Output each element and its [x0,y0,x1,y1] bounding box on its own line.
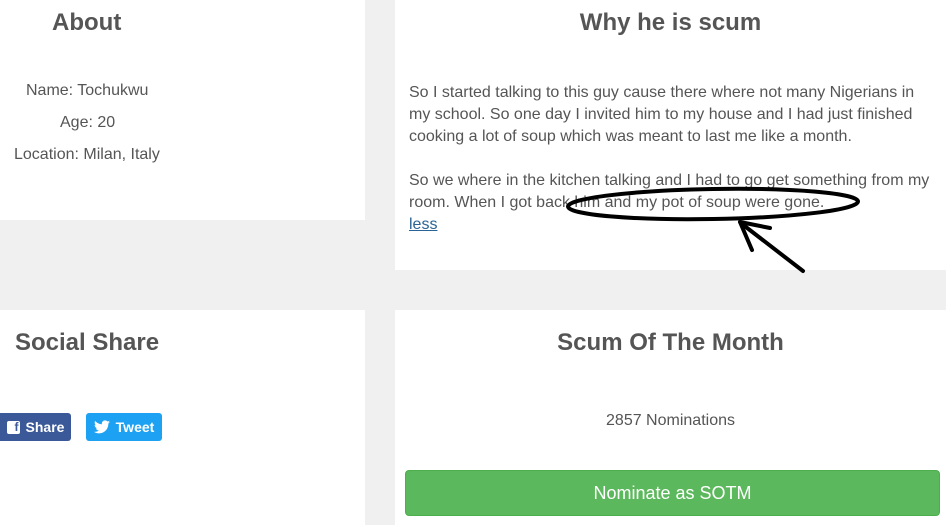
location-text: Location: Milan, Italy [14,146,160,163]
scum-of-the-month-card: Scum Of The Month 2857 Nominations Nomin… [395,310,946,525]
sotm-title: Scum Of The Month [557,329,784,356]
less-link[interactable]: less [409,216,437,233]
age-text: Age: 20 [60,114,116,131]
twitter-bird-icon [93,420,110,434]
why-title: Why he is scum [579,9,762,36]
nominations-count: 2857 Nominations [606,412,735,429]
about-title: About [52,9,122,36]
share-label: Share [25,419,65,435]
story-paragraph-2: So we where in the kitchen talking and I… [409,172,930,211]
why-card: Why he is scum So I started talking to t… [395,0,946,270]
story-text: So I started talking to this guy cause t… [409,82,939,236]
tweet-button[interactable]: Tweet [86,413,162,441]
about-card: About Name: Tochukwu Age: 20 Location: M… [0,0,365,220]
name-text: Name: Tochukwu [26,82,149,99]
social-share-card: Social Share f Share Tweet [0,310,365,525]
story-paragraph-1: So I started talking to this guy cause t… [409,84,915,145]
nominate-button[interactable]: Nominate as SOTM [405,470,940,516]
page: About Name: Tochukwu Age: 20 Location: M… [0,0,946,525]
facebook-icon: f [6,420,20,434]
tweet-label: Tweet [115,419,155,435]
facebook-share-button[interactable]: f Share [0,413,71,441]
social-share-title: Social Share [15,329,160,356]
